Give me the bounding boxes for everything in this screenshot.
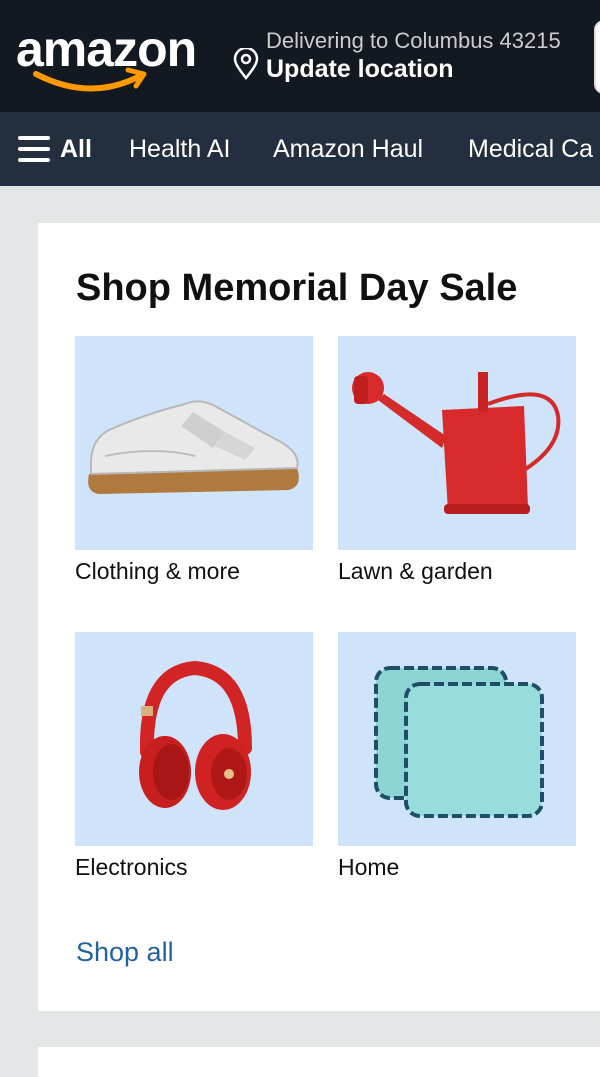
location-pin-icon [233,48,259,80]
pillows-icon[interactable] [338,632,576,846]
tile-label: Lawn & garden [338,558,493,584]
tile-clothing[interactable]: Clothing & more [75,336,313,585]
nav-item-medical-care[interactable]: Medical Ca [468,112,593,186]
tile-electronics[interactable]: Electronics [75,632,313,881]
search-box-edge[interactable] [594,20,600,94]
delivery-address-text: Delivering to Columbus 43215 [266,28,561,53]
hamburger-menu-icon[interactable] [18,136,50,162]
tile-label: Home [338,854,400,880]
nav-bar: All Health AI Amazon Haul Medical Ca [0,112,600,186]
delivery-location[interactable]: Delivering to Columbus 43215 Update loca… [232,28,592,88]
tile-label: Clothing & more [75,558,240,584]
nav-item-amazon-haul[interactable]: Amazon Haul [273,112,423,186]
shop-all-link[interactable]: Shop all [76,937,174,968]
update-location-link[interactable]: Update location [266,55,454,84]
tile-home[interactable]: Home [338,632,576,881]
card-title: Shop Memorial Day Sale [76,267,518,309]
logo-smile-icon [33,67,147,92]
tile-label: Electronics [75,854,188,880]
nav-item-health-ai[interactable]: Health AI [129,112,230,186]
sneaker-icon[interactable] [75,336,313,550]
next-card [38,1047,600,1077]
nav-all[interactable]: All [60,112,92,186]
tile-lawn-garden[interactable]: Lawn & garden [338,336,576,585]
amazon-logo[interactable]: amazon [14,20,204,100]
watering-can-icon[interactable] [338,336,576,550]
top-header: amazon Delivering to Columbus 43215 Upda… [0,0,600,112]
headphones-icon[interactable] [75,632,313,846]
memorial-day-sale-card: Shop Memorial Day Sale Clothing & more L… [38,223,600,1011]
